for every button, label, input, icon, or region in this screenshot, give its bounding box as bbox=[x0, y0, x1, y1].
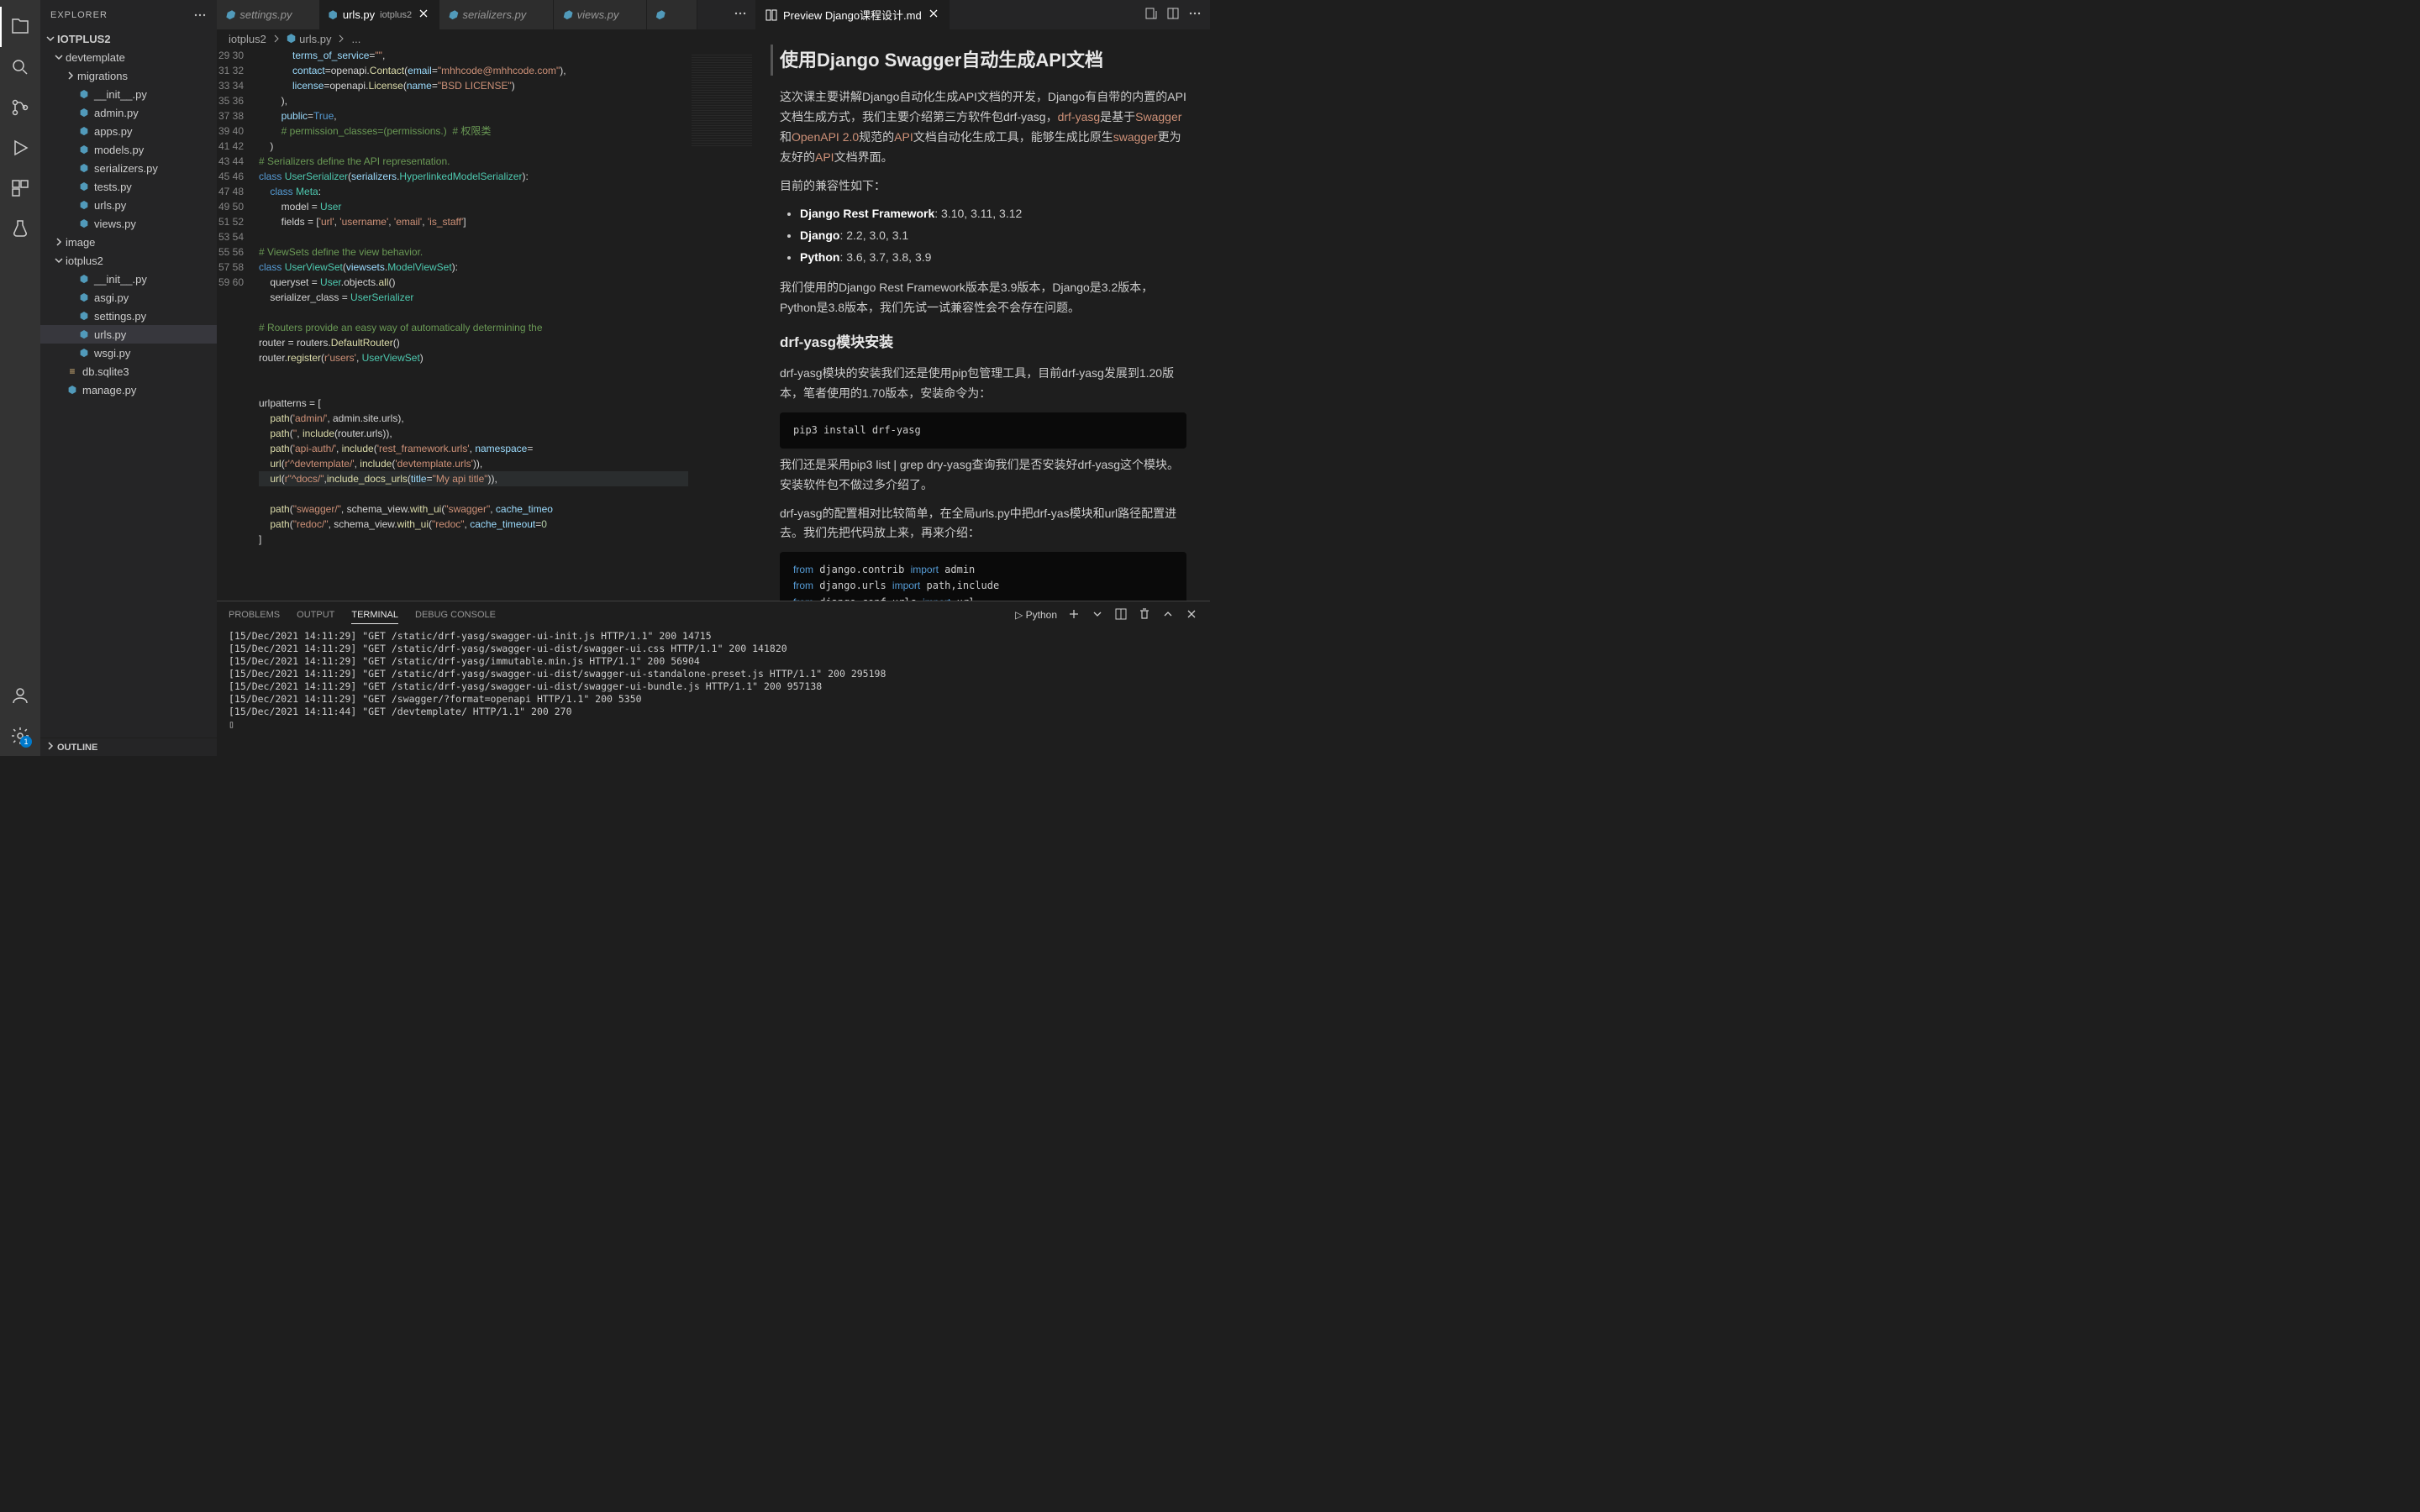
terminal-output[interactable]: [15/Dec/2021 14:11:29] "GET /static/drf-… bbox=[217, 628, 1210, 756]
preview-tabs: Preview Django课程设计.md bbox=[756, 0, 1210, 29]
tab-blank[interactable]: ⬢ bbox=[647, 0, 697, 29]
tab-views.py[interactable]: ⬢views.py bbox=[554, 0, 646, 29]
split-icon[interactable] bbox=[1166, 7, 1180, 23]
tree-item-views.py[interactable]: ⬢views.py bbox=[40, 214, 217, 233]
bottom-panel: PROBLEMS OUTPUT TERMINAL DEBUG CONSOLE ▷… bbox=[217, 601, 1210, 756]
testing-icon[interactable] bbox=[0, 208, 40, 249]
accounts-icon[interactable] bbox=[0, 675, 40, 716]
trash-icon[interactable] bbox=[1138, 607, 1151, 623]
close-icon[interactable] bbox=[927, 7, 940, 23]
tree-item-iotplus2[interactable]: iotplus2 bbox=[40, 251, 217, 270]
preview-h1: 使用Django Swagger自动生成API文档 bbox=[771, 45, 1186, 76]
tree-item-urls.py[interactable]: ⬢urls.py bbox=[40, 325, 217, 344]
panel-tab-problems[interactable]: PROBLEMS bbox=[229, 606, 280, 623]
debug-icon[interactable] bbox=[0, 128, 40, 168]
tab-urls.py[interactable]: ⬢urls.pyiotplus2 bbox=[320, 0, 440, 29]
preview-body[interactable]: 使用Django Swagger自动生成API文档 这次课主要讲解Django自… bbox=[756, 29, 1210, 601]
sidebar-title: EXPLORER bbox=[50, 10, 108, 20]
code-block: pip3 install drf-yasg bbox=[780, 412, 1186, 449]
tree-item-image[interactable]: image bbox=[40, 233, 217, 251]
editor-pane: ⬢settings.py⬢urls.pyiotplus2⬢serializers… bbox=[217, 0, 756, 601]
preview-tab[interactable]: Preview Django课程设计.md bbox=[756, 0, 950, 29]
more-icon[interactable] bbox=[1188, 7, 1202, 23]
close-panel-icon[interactable] bbox=[1185, 607, 1198, 623]
code-editor[interactable]: 29 30 31 32 33 34 35 36 37 38 39 40 41 4… bbox=[217, 48, 755, 601]
tree-item-models.py[interactable]: ⬢models.py bbox=[40, 140, 217, 159]
code-content[interactable]: terms_of_service="", contact=openapi.Con… bbox=[259, 48, 688, 601]
tree-item-wsgi.py[interactable]: ⬢wsgi.py bbox=[40, 344, 217, 362]
source-control-icon[interactable] bbox=[0, 87, 40, 128]
line-gutter: 29 30 31 32 33 34 35 36 37 38 39 40 41 4… bbox=[217, 48, 259, 601]
sidebar: EXPLORER IOTPLUS2 devtemplatemigrations⬢… bbox=[40, 0, 217, 756]
chevron-down-icon[interactable] bbox=[1091, 607, 1104, 623]
tree-item-__init__.py[interactable]: ⬢__init__.py bbox=[40, 85, 217, 103]
kernel-indicator[interactable]: ▷ Python bbox=[1015, 609, 1057, 621]
settings-badge: 1 bbox=[20, 736, 32, 748]
more-icon[interactable] bbox=[734, 7, 747, 23]
code-block: from django.contrib import admin from dj… bbox=[780, 552, 1186, 601]
preview-pane: Preview Django课程设计.md 使用Django Swagger自动… bbox=[756, 0, 1210, 601]
split-terminal-icon[interactable] bbox=[1114, 607, 1128, 623]
tree-item-asgi.py[interactable]: ⬢asgi.py bbox=[40, 288, 217, 307]
sidebar-more-icon[interactable] bbox=[193, 8, 207, 22]
breadcrumb[interactable]: iotplus2 ⬢ urls.py ... bbox=[217, 29, 755, 48]
chevron-up-icon[interactable] bbox=[1161, 607, 1175, 623]
tree-item-migrations[interactable]: migrations bbox=[40, 66, 217, 85]
tree-item-serializers.py[interactable]: ⬢serializers.py bbox=[40, 159, 217, 177]
tree-item-apps.py[interactable]: ⬢apps.py bbox=[40, 122, 217, 140]
tab-serializers.py[interactable]: ⬢serializers.py bbox=[439, 0, 554, 29]
tree-item-tests.py[interactable]: ⬢tests.py bbox=[40, 177, 217, 196]
tree-item-__init__.py[interactable]: ⬢__init__.py bbox=[40, 270, 217, 288]
open-file-icon[interactable] bbox=[1144, 7, 1158, 23]
settings-icon[interactable]: 1 bbox=[0, 716, 40, 756]
tree-item-devtemplate[interactable]: devtemplate bbox=[40, 48, 217, 66]
tab-settings.py[interactable]: ⬢settings.py bbox=[217, 0, 320, 29]
tree-item-manage.py[interactable]: ⬢manage.py bbox=[40, 381, 217, 399]
explorer-icon[interactable] bbox=[0, 7, 40, 47]
main: ⬢settings.py⬢urls.pyiotplus2⬢serializers… bbox=[217, 0, 1210, 756]
panel-tabs: PROBLEMS OUTPUT TERMINAL DEBUG CONSOLE ▷… bbox=[217, 601, 1210, 628]
minimap[interactable] bbox=[688, 48, 755, 601]
search-icon[interactable] bbox=[0, 47, 40, 87]
tree-item-urls.py[interactable]: ⬢urls.py bbox=[40, 196, 217, 214]
panel-tab-debug[interactable]: DEBUG CONSOLE bbox=[415, 606, 496, 623]
activity-bar: 1 bbox=[0, 0, 40, 756]
file-tree: devtemplatemigrations⬢__init__.py⬢admin.… bbox=[40, 48, 217, 738]
new-terminal-icon[interactable] bbox=[1067, 607, 1081, 623]
sidebar-header: EXPLORER bbox=[40, 0, 217, 29]
tree-item-admin.py[interactable]: ⬢admin.py bbox=[40, 103, 217, 122]
tree-item-db.sqlite3[interactable]: ≡db.sqlite3 bbox=[40, 362, 217, 381]
tree-root[interactable]: IOTPLUS2 bbox=[40, 29, 217, 48]
panel-tab-output[interactable]: OUTPUT bbox=[297, 606, 334, 623]
tree-item-settings.py[interactable]: ⬢settings.py bbox=[40, 307, 217, 325]
extensions-icon[interactable] bbox=[0, 168, 40, 208]
outline-header[interactable]: OUTLINE bbox=[40, 738, 217, 756]
panel-tab-terminal[interactable]: TERMINAL bbox=[351, 606, 398, 624]
editor-tabs: ⬢settings.py⬢urls.pyiotplus2⬢serializers… bbox=[217, 0, 755, 29]
